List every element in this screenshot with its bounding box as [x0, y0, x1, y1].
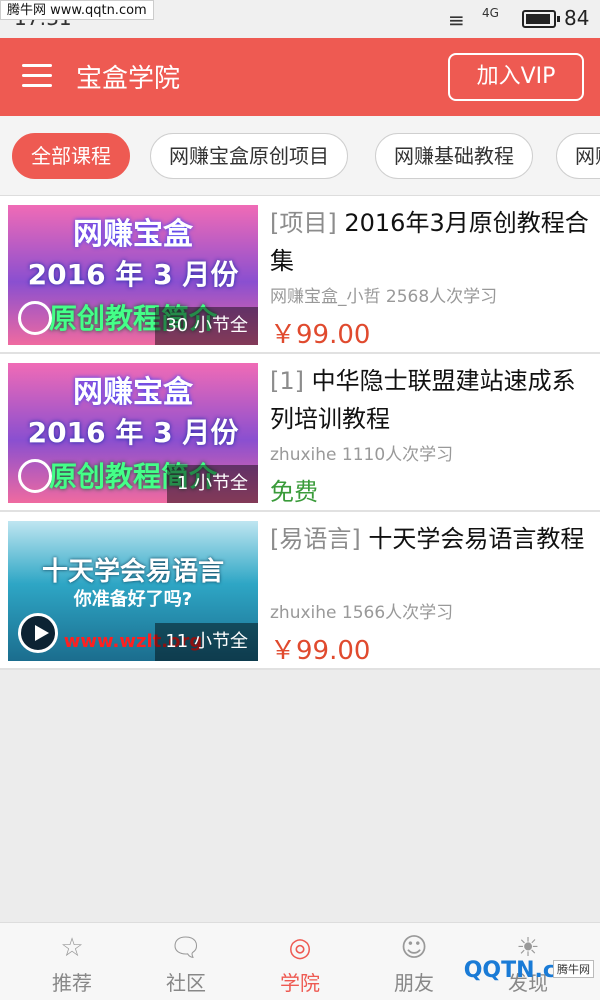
- course-price: ￥99.00: [270, 320, 371, 350]
- course-meta: 网赚宝盒_小哲 2568人次学习: [270, 287, 498, 307]
- course-info: [项目] 2016年3月原创教程合集 网赚宝盒_小哲 2568人次学习 ￥99.…: [270, 204, 592, 351]
- category-tabs: 全部课程 网赚宝盒原创项目 网赚基础教程 网赚: [0, 116, 600, 196]
- watermark-small: 腾牛网: [553, 960, 594, 978]
- course-meta: zhuxihe 1566人次学习: [270, 603, 454, 623]
- course-title-text: 中华隐士联盟建站速成系列培训教程: [270, 367, 576, 433]
- wifi-icon: ≡: [448, 8, 465, 32]
- thumb-text: 你准备好了吗?: [73, 589, 193, 610]
- course-title: [项目] 2016年3月原创教程合集: [270, 204, 592, 280]
- nav-label: 学院: [280, 971, 320, 995]
- battery-level: 84: [564, 6, 590, 30]
- tab-more[interactable]: 网赚: [556, 133, 600, 179]
- thumb-text: 网赚宝盒: [73, 375, 193, 410]
- battery-icon: [522, 10, 560, 28]
- nav-academy[interactable]: ◎ 学院: [240, 923, 360, 1000]
- course-item[interactable]: 十天学会易语言 你准备好了吗? www.wzlt.org 11 小节全 [易语言…: [0, 512, 600, 670]
- join-vip-button[interactable]: 加入VIP: [448, 53, 584, 101]
- course-price: ￥99.00: [270, 636, 371, 666]
- lifebuoy-icon: ◎: [288, 933, 312, 963]
- course-title: [易语言] 十天学会易语言教程: [270, 520, 592, 558]
- thumb-text: 网赚宝盒: [73, 217, 193, 252]
- nav-label: 社区: [166, 971, 206, 995]
- nav-label: 推荐: [52, 971, 92, 995]
- nav-recommend[interactable]: ☆ 推荐: [12, 923, 132, 1000]
- app-bar: 宝盒学院 加入VIP: [0, 38, 600, 116]
- page-title: 宝盒学院: [76, 64, 181, 94]
- menu-icon[interactable]: [22, 64, 52, 88]
- course-item[interactable]: 网赚宝盒 2016 年 3 月份 原创教程简介 30 小节全 [项目] 2016…: [0, 196, 600, 354]
- course-tag: [易语言]: [270, 525, 361, 553]
- course-thumbnail: 十天学会易语言 你准备好了吗? www.wzlt.org 11 小节全: [8, 521, 258, 661]
- course-thumbnail: 网赚宝盒 2016 年 3 月份 原创教程简介 30 小节全: [8, 205, 258, 345]
- lesson-count-badge: 30 小节全: [155, 307, 258, 345]
- bottom-nav: ☆ 推荐 🗨 社区 ◎ 学院 ☺ 朋友 ☀ 发现 QQTN.com: [0, 922, 600, 1000]
- thumb-text: 2016 年 3 月份: [27, 258, 239, 291]
- watermark-top: 腾牛网 www.qqtn.com: [0, 0, 154, 20]
- tab-all-courses[interactable]: 全部课程: [12, 133, 130, 179]
- circle-icon: [18, 301, 52, 335]
- lesson-count-badge: 1 小节全: [166, 465, 258, 503]
- star-icon: ☆: [60, 933, 84, 963]
- lesson-count-badge: 11 小节全: [155, 623, 258, 661]
- chat-icon: 🗨: [169, 933, 203, 963]
- course-list: 网赚宝盒 2016 年 3 月份 原创教程简介 30 小节全 [项目] 2016…: [0, 196, 600, 670]
- course-meta: zhuxihe 1110人次学习: [270, 445, 454, 465]
- course-title-text: 十天学会易语言教程: [368, 525, 585, 553]
- course-price: 免费: [270, 478, 318, 506]
- nav-community[interactable]: 🗨 社区: [126, 923, 246, 1000]
- course-tag: [项目]: [270, 209, 337, 237]
- thumb-text: 2016 年 3 月份: [27, 416, 239, 449]
- course-thumbnail: 网赚宝盒 2016 年 3 月份 原创教程简介 1 小节全: [8, 363, 258, 503]
- course-info: [1] 中华隐士联盟建站速成系列培训教程 zhuxihe 1110人次学习 免费: [270, 362, 592, 507]
- course-info: [易语言] 十天学会易语言教程 zhuxihe 1566人次学习 ￥99.00: [270, 520, 592, 667]
- course-title: [1] 中华隐士联盟建站速成系列培训教程: [270, 362, 592, 438]
- tab-original-projects[interactable]: 网赚宝盒原创项目: [150, 133, 348, 179]
- thumb-text: 十天学会易语言: [41, 557, 224, 587]
- network-type: 4G: [482, 6, 499, 20]
- course-item[interactable]: 网赚宝盒 2016 年 3 月份 原创教程简介 1 小节全 [1] 中华隐士联盟…: [0, 354, 600, 512]
- tab-basic-tutorials[interactable]: 网赚基础教程: [375, 133, 533, 179]
- play-icon[interactable]: [18, 613, 58, 653]
- circle-icon: [18, 459, 52, 493]
- course-tag: [1]: [270, 367, 304, 395]
